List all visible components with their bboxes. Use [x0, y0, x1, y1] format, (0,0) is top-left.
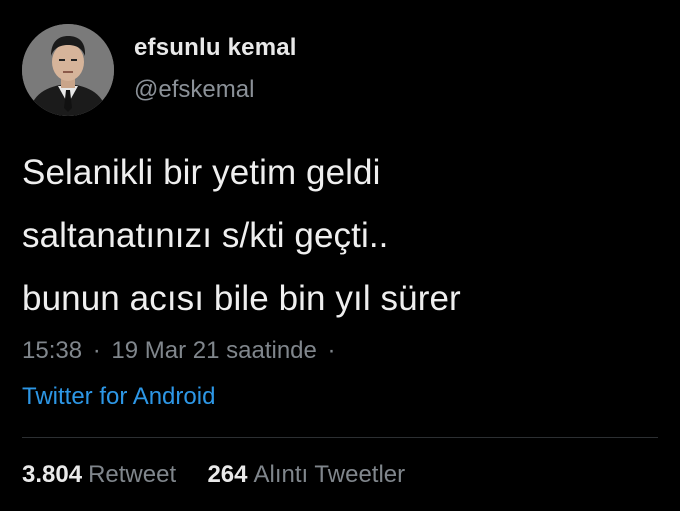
quote-label: Alıntı Tweetler [253, 461, 406, 488]
retweet-label: Retweet [88, 461, 177, 488]
quote-stat[interactable]: 264 Alıntı Tweetler [207, 461, 405, 488]
user-display-name[interactable]: efsunlu kemal [134, 34, 297, 62]
quote-count: 264 [207, 461, 248, 488]
avatar[interactable] [22, 24, 114, 116]
tweet-text-line: saltanatınızı s/kti geçti.. [22, 216, 389, 255]
tweet-card: efsunlu kemal @efskemal Selanikli bir ye… [0, 0, 680, 511]
tweet-date[interactable]: 19 Mar 21 saatinde [111, 337, 316, 364]
retweet-stat[interactable]: 3.804 Retweet [22, 461, 183, 488]
avatar-image [22, 24, 114, 116]
meta-separator: · [92, 337, 101, 364]
tweet-text-line: Selanikli bir yetim geldi [22, 153, 381, 192]
tweet-meta: 15:38 · 19 Mar 21 saatinde · [22, 337, 340, 365]
tweet-time[interactable]: 15:38 [22, 337, 82, 364]
user-handle[interactable]: @efskemal [134, 76, 254, 104]
tweet-stats: 3.804 Retweet 264 Alıntı Tweetler [22, 461, 405, 489]
retweet-count: 3.804 [22, 461, 83, 488]
meta-separator: · [327, 337, 336, 364]
tweet-text-line: bunun acısı bile bin yıl sürer [22, 279, 461, 318]
divider [22, 437, 658, 438]
tweet-source-link[interactable]: Twitter for Android [22, 383, 215, 411]
tweet-text: Selanikli bir yetim geldi saltanatınızı … [22, 141, 662, 330]
